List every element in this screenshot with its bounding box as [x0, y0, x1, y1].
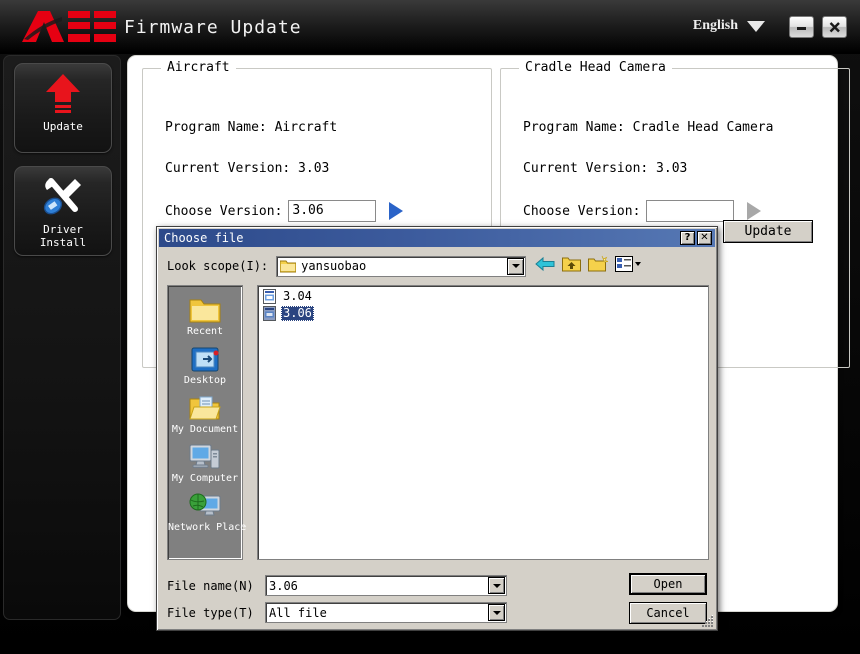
chevron-down-icon [511, 264, 520, 268]
place-item-desktop[interactable]: Desktop [168, 343, 242, 387]
look-scope-label: Look scope(I): [167, 259, 269, 273]
file-name-label: 3.04 [283, 289, 312, 303]
cancel-button[interactable]: Cancel [629, 602, 707, 624]
upload-arrow-icon [15, 64, 111, 120]
sidebar-item-update-label: Update [43, 120, 83, 133]
file-name-label-text: File name(N) [167, 578, 254, 593]
file-name-row: File name(N) 3.06 [167, 575, 507, 596]
sidebar-item-driver-install[interactable]: Driver Install [14, 166, 112, 256]
list-item[interactable]: 3.04 [262, 288, 314, 305]
file-name-input[interactable]: 3.06 [265, 575, 507, 596]
update-button[interactable]: Update [723, 220, 813, 243]
place-item-my-computer[interactable]: My Computer [168, 441, 242, 485]
application-file-icon [263, 305, 276, 321]
place-item-recent[interactable]: Recent [168, 294, 242, 338]
sidebar-item-update[interactable]: Update [14, 63, 112, 153]
page-title: Firmware Update [124, 17, 302, 38]
cradle-browse-button[interactable] [747, 202, 762, 220]
wrench-screwdriver-icon [15, 167, 111, 223]
aircraft-program-name: Program Name: Aircraft [165, 120, 338, 135]
group-aircraft-title: Aircraft [161, 60, 236, 75]
chevron-down-icon [747, 20, 765, 32]
up-folder-icon[interactable] [562, 255, 581, 273]
look-scope-value: yansuobao [301, 259, 367, 273]
aircraft-browse-button[interactable] [389, 202, 404, 220]
file-name-label: 3.06 [281, 306, 314, 321]
network-place-icon [168, 490, 242, 522]
aircraft-choose-version-row: Choose Version: 3.06 [165, 200, 404, 222]
dialog-close-button[interactable]: ✕ [697, 231, 712, 245]
minimize-icon [797, 27, 806, 30]
file-type-dropdown-arrow[interactable] [488, 604, 505, 621]
title-bar: Firmware Update English [0, 0, 860, 54]
place-item-my-document[interactable]: My Document [168, 392, 242, 436]
cradle-choose-version-label: Choose Version: [523, 203, 641, 219]
look-scope-combo[interactable]: yansuobao [276, 255, 527, 277]
cradle-program-name: Program Name: Cradle Head Camera [523, 120, 774, 135]
file-type-row: File type(T) All file [167, 602, 507, 623]
application-window: Firmware Update English Update Driver In… [0, 0, 860, 654]
chevron-down-icon [492, 583, 501, 588]
aircraft-version-input[interactable]: 3.06 [288, 200, 377, 222]
chevron-down-icon [492, 610, 501, 615]
dialog-title-bar[interactable]: Choose file ? ✕ [159, 229, 715, 247]
close-button[interactable] [822, 16, 847, 38]
folder-icon [280, 260, 297, 273]
file-type-label-text: File type(T) [167, 605, 254, 620]
application-file-icon [263, 288, 276, 304]
driver-label-line2: Install [39, 236, 87, 249]
place-label: My Document [171, 424, 239, 435]
my-documents-icon [168, 392, 242, 424]
resize-grip-icon[interactable] [701, 614, 715, 628]
cradle-current-version: Current Version: 3.03 [523, 161, 688, 176]
aee-logo [20, 9, 118, 43]
group-cradle-title: Cradle Head Camera [519, 60, 672, 75]
desktop-icon [168, 343, 242, 375]
place-label: Network Place [168, 522, 247, 533]
driver-label-line1: Driver [43, 223, 83, 236]
back-icon[interactable] [535, 255, 555, 273]
views-button[interactable] [615, 256, 641, 272]
file-type-value: All file [269, 605, 327, 620]
choose-file-dialog: Choose file ? ✕ Look scope(I): yansuobao [156, 226, 718, 631]
places-bar: Recent Desktop My Document My Computer N… [167, 285, 247, 560]
cradle-choose-version-row: Choose Version: [523, 200, 762, 222]
aircraft-choose-version-label: Choose Version: [165, 203, 283, 219]
dialog-title: Choose file [164, 231, 244, 245]
views-icon [615, 256, 633, 272]
open-button[interactable]: Open [629, 573, 707, 595]
file-type-select[interactable]: All file [265, 602, 507, 623]
aircraft-current-version: Current Version: 3.03 [165, 161, 330, 176]
file-name-value: 3.06 [269, 578, 298, 593]
chevron-down-icon [635, 262, 641, 266]
place-item-network-place[interactable]: Network Place [168, 490, 247, 534]
my-computer-icon [168, 441, 242, 473]
place-label: Desktop [183, 375, 227, 386]
look-scope-dropdown-arrow[interactable] [507, 257, 525, 275]
language-label: English [692, 18, 738, 33]
file-list[interactable]: 3.04 3.06 [257, 285, 709, 560]
file-name-dropdown-arrow[interactable] [488, 577, 505, 594]
list-item[interactable]: 3.06 [262, 305, 314, 322]
place-label: Recent [186, 326, 224, 337]
language-selector[interactable]: English [693, 18, 765, 34]
recent-folder-icon [168, 294, 242, 326]
close-icon [829, 21, 840, 32]
sidebar: Update Driver Install [3, 55, 121, 620]
help-button[interactable]: ? [680, 231, 695, 245]
new-folder-icon[interactable] [588, 255, 608, 273]
place-label: My Computer [171, 473, 239, 484]
cradle-version-input[interactable] [646, 200, 735, 222]
sidebar-item-driver-install-label: Driver Install [15, 223, 111, 249]
dialog-toolbar [535, 255, 641, 273]
minimize-button[interactable] [789, 16, 814, 38]
